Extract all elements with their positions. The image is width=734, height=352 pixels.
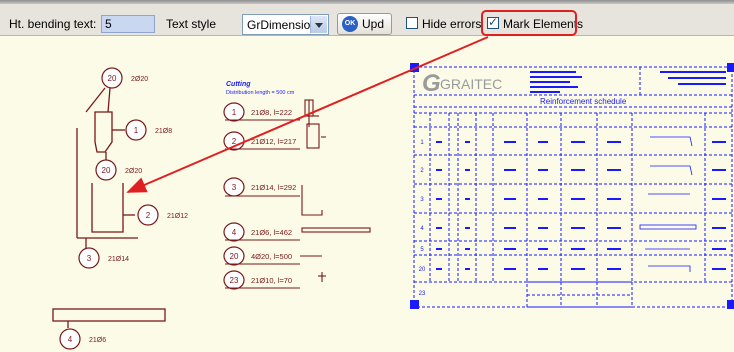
schedule-row-mark: 23	[419, 291, 426, 297]
cuts-subtitle: Distribution length = 500 cm	[226, 90, 295, 96]
graitec-logo: GRAITEC	[440, 76, 502, 92]
hide-errors-label[interactable]: Hide errors	[422, 17, 481, 31]
bubble-label: 2Ø20	[125, 168, 142, 175]
graitec-logo-icon: G	[422, 70, 441, 97]
mark-elements-arrow	[126, 36, 489, 193]
bubble-num: 20	[108, 74, 117, 83]
bubble-label: 21Ø8	[155, 128, 172, 135]
schedule-row-mark: 1	[420, 140, 424, 146]
cut-row-text: 21Ø10, l=70	[251, 276, 292, 285]
hide-errors-checkbox[interactable]	[406, 17, 418, 29]
schedule-cells	[436, 141, 726, 270]
cut-row-text: 4Ø20, l=500	[251, 252, 292, 261]
text-style-select[interactable]: GrDimensions	[242, 14, 329, 35]
bubble-num: 1	[134, 126, 139, 135]
highlight-box	[481, 10, 577, 36]
header-text-lines	[530, 71, 726, 93]
ok-icon: OK	[342, 16, 358, 32]
bending-text-input[interactable]: 5	[101, 15, 155, 33]
cut-row-num: 1	[232, 108, 237, 117]
chevron-down-icon[interactable]	[310, 16, 327, 33]
cut-row-num: 3	[232, 183, 237, 192]
text-style-label: Text style	[166, 17, 217, 31]
upd-button[interactable]: OK Upd	[337, 13, 392, 35]
toolbar-edge	[0, 0, 734, 4]
schedule-row-mark: 4	[420, 226, 424, 232]
upd-button-label: Upd	[362, 17, 385, 31]
bending-text-label: Ht. bending text:	[9, 17, 97, 31]
cut-row-num: 4	[232, 228, 237, 237]
cuts-title: Cutting	[226, 81, 251, 88]
cut-row-num: 20	[230, 252, 239, 261]
schedule-title: Reinforcement schedule	[540, 97, 627, 106]
bubble-label: 2Ø20	[131, 76, 148, 83]
bubble-label: 21Ø6	[89, 337, 106, 344]
cut-row-num: 23	[230, 276, 239, 285]
bubble-label: 21Ø14	[108, 256, 129, 263]
bubble-num: 20	[102, 166, 111, 175]
cut-row-text: 21Ø6, l=462	[251, 228, 292, 237]
schedule-row-mark: 20	[419, 267, 426, 273]
bubble-num: 3	[87, 254, 92, 263]
schedule-row-mark: 2	[420, 168, 424, 174]
bubble-label: 21Ø12	[167, 213, 188, 220]
drawing-canvas[interactable]: 20 1 20 2 3 4 2Ø20 21Ø8 2Ø20 21Ø12 21Ø14…	[0, 36, 734, 352]
bubble-num: 4	[68, 335, 73, 344]
cut-row-text: 21Ø14, l=292	[251, 183, 296, 192]
cut-row-text: 21Ø8, l=222	[251, 108, 292, 117]
bubble-num: 2	[146, 211, 151, 220]
toolbar: Ht. bending text: 5 Text style GrDimensi…	[0, 0, 734, 36]
schedule-shapes	[639, 136, 697, 272]
schedule-row-mark: 3	[420, 197, 424, 203]
schedule-row-mark: 5	[420, 247, 424, 253]
cut-row-text: 21Ø12, l=217	[251, 137, 296, 146]
